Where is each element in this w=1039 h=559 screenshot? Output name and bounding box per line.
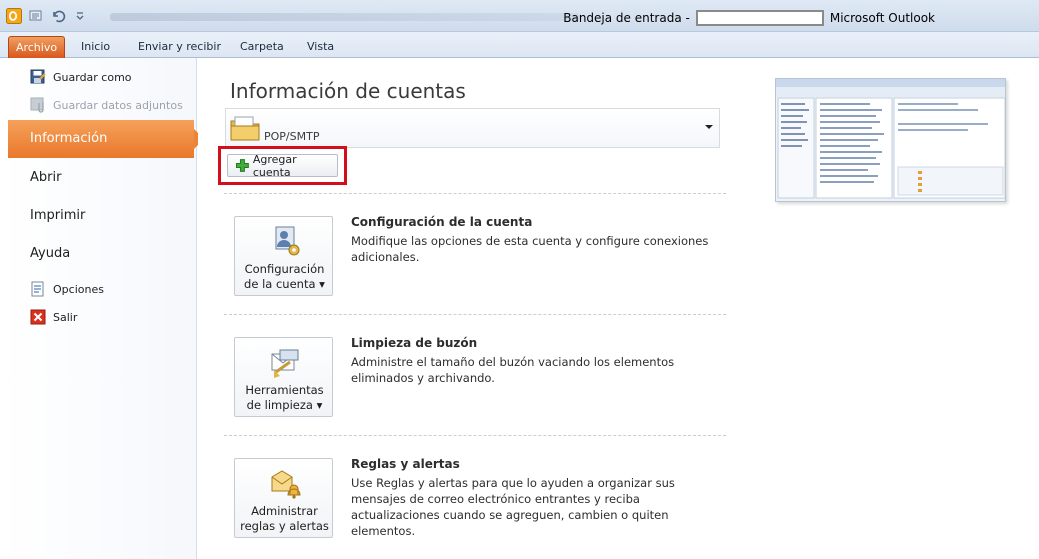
account-folder-icon xyxy=(230,116,260,141)
tab-vista[interactable]: Vista xyxy=(303,36,338,58)
preview-area xyxy=(748,58,1039,559)
blurred-title-area xyxy=(110,13,580,21)
rules-alerts-title: Reglas y alertas xyxy=(351,457,460,471)
tab-archivo[interactable]: Archivo xyxy=(8,36,65,58)
dropdown-arrow-icon[interactable] xyxy=(705,125,713,129)
manage-rules-label-line1: Administrar xyxy=(251,504,318,518)
save-attachments-icon xyxy=(30,97,44,113)
nav-ayuda[interactable]: Ayuda xyxy=(30,246,70,261)
cleanup-tools-label-line2: de limpieza ▾ xyxy=(246,398,323,412)
account-settings-title: Configuración de la cuenta xyxy=(351,215,533,229)
quick-access-toolbar xyxy=(6,8,88,24)
title-bar: Bandeja de entrada - Microsoft Outlook xyxy=(0,0,1039,32)
account-settings-label: Configuración de la cuenta ▾ xyxy=(235,262,334,292)
manage-rules-label-line2: reglas y alertas xyxy=(240,519,329,533)
highlight-box: Agregar cuenta xyxy=(218,146,347,185)
window-title-prefix: Bandeja de entrada - xyxy=(563,11,690,25)
nav-salir-label: Salir xyxy=(53,310,78,324)
account-settings-label-line1: Configuración xyxy=(244,262,325,276)
outlook-logo-icon[interactable] xyxy=(6,8,22,24)
nav-abrir[interactable]: Abrir xyxy=(30,170,61,185)
page-title: Información de cuentas xyxy=(230,79,466,103)
undo-icon[interactable] xyxy=(50,8,66,24)
nav-guardar-adjuntos-label: Guardar datos adjuntos xyxy=(53,98,183,112)
mailbox-cleanup-desc: Administre el tamaño del buzón vaciando … xyxy=(351,355,675,385)
customize-qat-icon[interactable] xyxy=(72,8,88,24)
cleanup-tools-button[interactable]: Herramientas de limpieza ▾ xyxy=(234,337,333,417)
redacted-account xyxy=(695,10,824,26)
backstage-nav: Guardar como Guardar datos adjuntos Info… xyxy=(0,58,204,559)
ribbon-tabs: Archivo Inicio Enviar y recibir Carpeta … xyxy=(0,32,1039,58)
cleanup-tools-label: Herramientas de limpieza ▾ xyxy=(235,383,334,413)
add-account-button[interactable]: Agregar cuenta xyxy=(227,152,338,179)
options-icon xyxy=(31,281,44,297)
account-type-label: POP/SMTP xyxy=(264,130,320,143)
window-title: Bandeja de entrada - Microsoft Outlook xyxy=(563,10,935,26)
send-receive-icon[interactable] xyxy=(28,8,44,24)
tab-carpeta[interactable]: Carpeta xyxy=(236,36,288,58)
section-divider xyxy=(224,193,726,194)
account-selector[interactable]: POP/SMTP xyxy=(225,108,720,148)
nav-opciones[interactable]: Opciones xyxy=(30,280,104,298)
cleanup-tools-label-line1: Herramientas xyxy=(245,383,324,397)
window-title-app: Microsoft Outlook xyxy=(829,11,935,25)
section-divider xyxy=(224,435,726,436)
save-as-icon xyxy=(30,69,46,84)
nav-imprimir[interactable]: Imprimir xyxy=(30,208,85,223)
outlook-preview-thumbnail xyxy=(775,78,1006,202)
nav-guardar-como-label: Guardar como xyxy=(53,70,132,84)
nav-salir[interactable]: Salir xyxy=(30,308,77,326)
account-settings-desc: Modifique las opciones de esta cuenta y … xyxy=(351,234,709,264)
nav-guardar-adjuntos: Guardar datos adjuntos xyxy=(30,96,183,114)
rules-alerts-icon xyxy=(271,470,301,499)
mailbox-cleanup-title: Limpieza de buzón xyxy=(351,336,478,350)
manage-rules-label: Administrar reglas y alertas xyxy=(235,504,334,534)
account-settings-button[interactable]: Configuración de la cuenta ▾ xyxy=(234,216,333,296)
cleanup-tools-label-text: de limpieza xyxy=(246,398,313,412)
account-settings-label-line2: de la cuenta ▾ xyxy=(244,277,325,291)
section-divider xyxy=(224,314,726,315)
manage-rules-button[interactable]: Administrar reglas y alertas xyxy=(234,458,333,538)
nav-informacion[interactable]: Información xyxy=(8,120,204,158)
cleanup-tools-icon xyxy=(271,349,299,378)
account-info-panel: Información de cuentas POP/SMTP Agregar … xyxy=(198,58,748,559)
add-icon xyxy=(236,159,249,172)
rules-alerts-desc: Use Reglas y alertas para que lo ayuden … xyxy=(351,476,675,538)
nav-guardar-como[interactable]: Guardar como xyxy=(30,68,132,86)
nav-opciones-label: Opciones xyxy=(53,282,104,296)
tab-inicio[interactable]: Inicio xyxy=(77,36,114,58)
outlook-window-preview xyxy=(776,79,1005,199)
tab-enviar-y-recibir[interactable]: Enviar y recibir xyxy=(134,36,225,58)
add-account-label: Agregar cuenta xyxy=(252,152,297,179)
exit-icon xyxy=(30,309,46,325)
account-settings-label-text: de la cuenta xyxy=(244,277,316,291)
account-settings-icon xyxy=(275,226,300,256)
